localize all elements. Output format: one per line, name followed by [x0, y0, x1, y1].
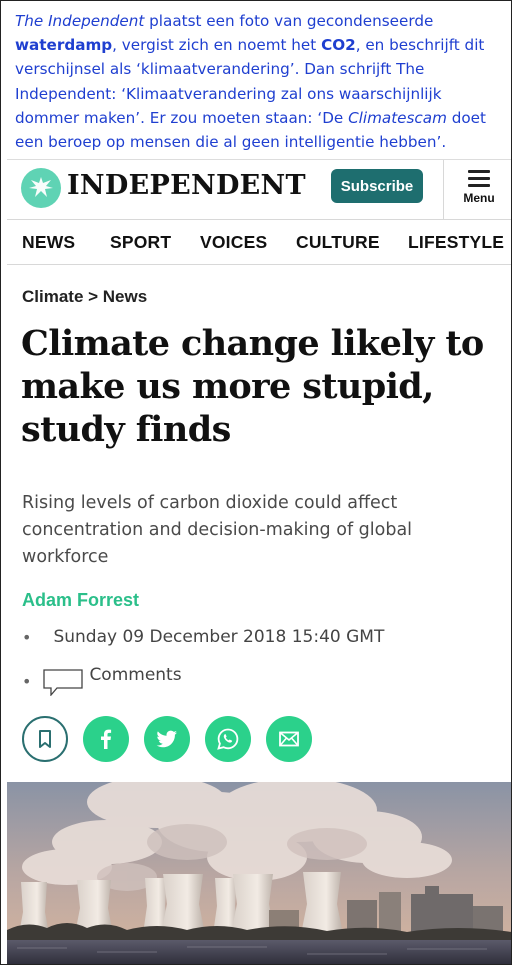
whatsapp-icon[interactable] — [205, 716, 251, 762]
author-link[interactable]: Adam Forrest — [22, 590, 139, 611]
bookmark-icon[interactable] — [22, 716, 68, 762]
independent-article-page: INDEPENDENT Subscribe Menu NEWS SPORT VO… — [7, 159, 511, 964]
article-headline: Climate change likely to make us more st… — [21, 323, 484, 450]
article-standfirst: Rising levels of carbon dioxide could af… — [22, 493, 413, 567]
breadcrumb[interactable]: Climate > News — [22, 287, 147, 307]
date-bullet: • — [22, 627, 32, 647]
publish-date: Sunday 09 December 2018 15:40 GMT — [53, 627, 385, 647]
comment-bubble-icon[interactable] — [43, 666, 84, 697]
site-header: INDEPENDENT Subscribe Menu — [7, 160, 511, 220]
section-nav: NEWS SPORT VOICES CULTURE LIFESTYLE — [7, 220, 511, 265]
nav-item-news[interactable]: NEWS — [22, 232, 75, 253]
nav-item-sport[interactable]: SPORT — [110, 232, 171, 253]
power-station-photo — [7, 782, 511, 964]
comments-row[interactable]: • Comments — [22, 665, 182, 697]
comments-link[interactable]: Comments — [89, 665, 181, 685]
caption-text-2: , vergist zich en noemt het — [112, 36, 322, 55]
email-icon[interactable] — [266, 716, 312, 762]
eagle-logo-icon[interactable] — [21, 168, 61, 208]
menu-button[interactable]: Menu — [451, 166, 507, 212]
menu-label: Menu — [463, 191, 495, 205]
screenshot-frame: The Independent plaatst een foto van gec… — [0, 0, 512, 965]
caption-keyword-climatescam: Climatescam — [348, 108, 447, 127]
caption-keyword-co2: CO2 — [321, 36, 356, 55]
dutch-caption: The Independent plaatst een foto van gec… — [15, 9, 505, 154]
comments-bullet: • — [22, 671, 32, 691]
facebook-icon[interactable] — [83, 716, 129, 762]
nav-item-lifestyle[interactable]: LIFESTYLE — [408, 232, 504, 253]
site-logo-text[interactable]: INDEPENDENT — [67, 170, 306, 201]
twitter-icon[interactable] — [144, 716, 190, 762]
caption-text-1: plaatst een foto van gecondenseerde — [144, 12, 434, 30]
publish-date-row: • Sunday 09 December 2018 15:40 GMT — [22, 627, 384, 647]
subscribe-button[interactable]: Subscribe — [331, 169, 423, 203]
caption-keyword-waterdamp: waterdamp — [15, 36, 113, 55]
nav-item-voices[interactable]: VOICES — [200, 232, 267, 253]
caption-publication: The Independent — [15, 12, 145, 30]
header-divider — [443, 160, 444, 220]
nav-item-culture[interactable]: CULTURE — [296, 232, 380, 253]
hamburger-icon — [468, 170, 490, 191]
